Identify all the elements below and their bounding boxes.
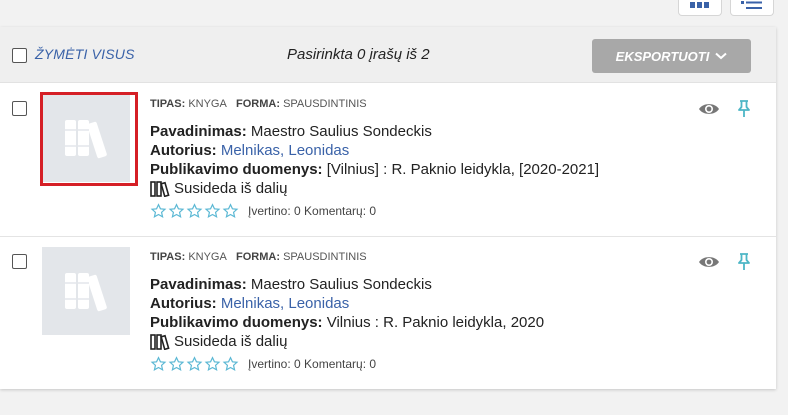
form-value: SPAUSDINTINIS: [283, 251, 367, 263]
star-outline-icon[interactable]: [204, 356, 221, 372]
star-outline-icon[interactable]: [150, 203, 167, 219]
rating-row: Įvertino: 0 Komentarų: 0: [150, 356, 376, 372]
parts-label: Susideda iš dalių: [174, 180, 288, 197]
author-field: Autorius: Melnikas, Leonidas: [150, 295, 349, 312]
star-outline-icon[interactable]: [186, 203, 203, 219]
star-outline-icon[interactable]: [222, 356, 239, 372]
publication-label: Publikavimo duomenys:: [150, 314, 323, 331]
chevron-down-icon: [715, 52, 727, 60]
author-link[interactable]: Melnikas, Leonidas: [221, 142, 349, 159]
publication-label: Publikavimo duomenys:: [150, 161, 323, 178]
eye-icon[interactable]: [698, 102, 720, 116]
author-field: Autorius: Melnikas, Leonidas: [150, 142, 349, 159]
title-field: Pavadinimas: Maestro Saulius Sondeckis: [150, 123, 432, 140]
author-link[interactable]: Melnikas, Leonidas: [221, 295, 349, 312]
list-view-button[interactable]: [730, 0, 774, 16]
type-label: TIPAS:: [150, 98, 186, 110]
book-placeholder-icon: [65, 273, 107, 312]
title-label: Pavadinimas:: [150, 276, 247, 293]
record-meta: TIPAS: KNYGA FORMA: SPAUSDINTINIS: [150, 251, 367, 263]
pin-icon[interactable]: [737, 253, 751, 271]
star-outline-icon[interactable]: [204, 203, 221, 219]
form-label: FORMA:: [236, 98, 280, 110]
author-label: Autorius:: [150, 142, 217, 159]
publication-value: [Vilnius] : R. Paknio leidykla, [2020-20…: [326, 161, 600, 178]
publication-field: Publikavimo duomenys: Vilnius : R. Pakni…: [150, 314, 544, 331]
select-all-link[interactable]: ŽYMĖTI VISUS: [35, 46, 135, 62]
record-meta: TIPAS: KNYGA FORMA: SPAUSDINTINIS: [150, 98, 367, 110]
title-label: Pavadinimas:: [150, 123, 247, 140]
star-outline-icon[interactable]: [168, 203, 185, 219]
publication-field: Publikavimo duomenys: [Vilnius] : R. Pak…: [150, 161, 599, 178]
publication-value: Vilnius : R. Paknio leidykla, 2020: [326, 314, 545, 331]
rating-text: Įvertino: 0 Komentarų: 0: [248, 357, 377, 371]
parts-label: Susideda iš dalių: [174, 333, 288, 350]
pin-icon[interactable]: [737, 100, 751, 118]
books-icon: [150, 333, 170, 350]
selected-count-text: Pasirinkta 0 įrašų iš 2: [287, 46, 430, 63]
results-panel: ŽYMĖTI VISUS Pasirinkta 0 įrašų iš 2 EKS…: [0, 27, 776, 389]
export-button-label: EKSPORTUOTI: [615, 48, 710, 64]
record-checkbox[interactable]: [12, 254, 27, 269]
star-outline-icon[interactable]: [168, 356, 185, 372]
eye-icon[interactable]: [698, 255, 720, 269]
title-value[interactable]: Maestro Saulius Sondeckis: [251, 276, 432, 293]
thumbnail-highlight-box: [40, 92, 138, 186]
record-item: TIPAS: KNYGA FORMA: SPAUSDINTINIS Pavadi…: [0, 237, 776, 390]
books-icon: [150, 180, 170, 197]
record-thumbnail[interactable]: [42, 247, 130, 335]
title-value[interactable]: Maestro Saulius Sondeckis: [251, 123, 432, 140]
rating-text: Įvertino: 0 Komentarų: 0: [248, 204, 377, 218]
parts-field: Susideda iš dalių: [150, 333, 287, 350]
author-label: Autorius:: [150, 295, 217, 312]
grid-view-button[interactable]: [678, 0, 722, 16]
star-outline-icon[interactable]: [186, 356, 203, 372]
grid-view-icon: [690, 1, 709, 8]
type-value: KNYGA: [188, 98, 227, 110]
list-view-icon: [741, 0, 762, 9]
type-label: TIPAS:: [150, 251, 186, 263]
title-field: Pavadinimas: Maestro Saulius Sondeckis: [150, 276, 432, 293]
export-button[interactable]: EKSPORTUOTI: [592, 39, 751, 73]
star-outline-icon[interactable]: [222, 203, 239, 219]
form-value: SPAUSDINTINIS: [283, 98, 367, 110]
parts-field: Susideda iš dalių: [150, 180, 287, 197]
record-item: TIPAS: KNYGA FORMA: SPAUSDINTINIS Pavadi…: [0, 84, 776, 237]
results-toolbar: ŽYMĖTI VISUS Pasirinkta 0 įrašų iš 2 EKS…: [0, 27, 776, 83]
form-label: FORMA:: [236, 251, 280, 263]
type-value: KNYGA: [188, 251, 227, 263]
star-outline-icon[interactable]: [150, 356, 167, 372]
rating-row: Įvertino: 0 Komentarų: 0: [150, 203, 376, 219]
record-checkbox[interactable]: [12, 101, 27, 116]
select-all-checkbox[interactable]: [12, 48, 27, 63]
